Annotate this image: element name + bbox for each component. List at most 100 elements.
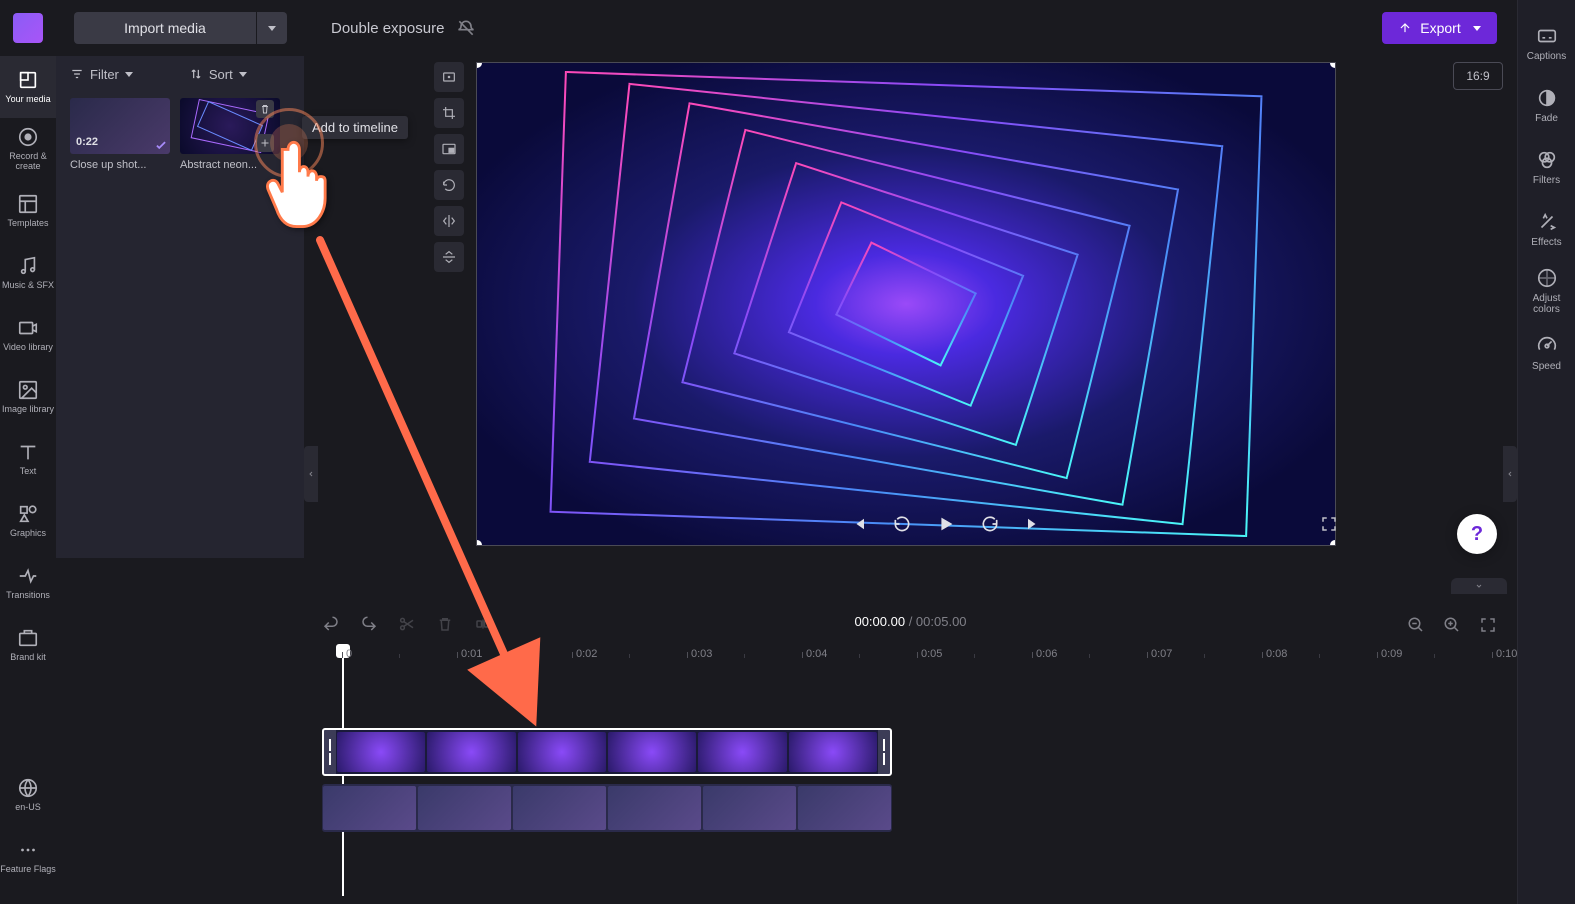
sidebar-item-language[interactable]: en-US: [0, 764, 56, 826]
media-label: Abstract neon...: [180, 159, 280, 171]
redo-icon: [360, 615, 378, 633]
filter-button[interactable]: Filter: [70, 67, 133, 82]
chevron-down-icon: [125, 72, 133, 77]
cut-button[interactable]: [396, 613, 418, 635]
skip-forward-icon: [1025, 515, 1043, 533]
globe-icon: [17, 777, 39, 799]
sidebar-item-your-media[interactable]: Your media: [0, 56, 56, 118]
pip-button[interactable]: [434, 134, 464, 164]
sidebar-item-feature-flags[interactable]: Feature Flags: [0, 826, 56, 888]
right-item-speed[interactable]: Speed: [1518, 322, 1575, 384]
sidebar-item-label: Your media: [5, 95, 50, 105]
split-button[interactable]: [472, 613, 494, 635]
next-frame-button[interactable]: [1020, 510, 1048, 538]
sidebar-item-graphics[interactable]: Graphics: [0, 490, 56, 552]
project-title[interactable]: Double exposure: [331, 20, 444, 37]
zoom-out-icon: [1407, 616, 1425, 634]
sync-disabled-icon[interactable]: [456, 18, 476, 38]
play-button[interactable]: [932, 510, 960, 538]
split-icon: [474, 615, 492, 633]
import-media-button[interactable]: Import media: [74, 12, 256, 44]
sidebar-item-label: Templates: [7, 219, 48, 229]
zoom-in-button[interactable]: [1441, 614, 1463, 636]
right-item-adjust-colors[interactable]: Adjust colors: [1518, 260, 1575, 322]
sidebar-item-templates[interactable]: Templates: [0, 180, 56, 242]
ruler-tick: 0:07: [1151, 648, 1172, 660]
ruler-tick: 0:10: [1496, 648, 1517, 660]
preview-canvas[interactable]: [476, 62, 1336, 546]
sidebar-item-label: Text: [20, 467, 37, 477]
prev-frame-button[interactable]: [844, 510, 872, 538]
undo-icon: [322, 615, 340, 633]
sidebar-item-brand-kit[interactable]: Brand kit: [0, 614, 56, 676]
expand-right-panel-button[interactable]: [1503, 446, 1517, 502]
back-10-button[interactable]: [888, 510, 916, 538]
redo-button[interactable]: [358, 613, 380, 635]
clip-trim-handle-right[interactable]: [878, 730, 890, 774]
timeline-area: 00:00.00 / 00:05.00 00:010:020:030:040:0…: [304, 604, 1517, 904]
timeline-tracks[interactable]: [304, 670, 1517, 858]
import-media-dropdown[interactable]: [257, 12, 287, 44]
filters-icon: [1536, 149, 1558, 171]
rotate-button[interactable]: [434, 170, 464, 200]
sidebar-item-music-sfx[interactable]: Music & SFX: [0, 242, 56, 304]
fullscreen-button[interactable]: [1315, 510, 1343, 538]
chevron-left-icon: [307, 468, 315, 480]
timeline-ruler[interactable]: 00:010:020:030:040:050:060:070:080:090:1…: [322, 644, 1517, 670]
delete-clip-button[interactable]: [434, 613, 456, 635]
rotate-icon: [441, 177, 457, 193]
ruler-tick: 0:01: [461, 648, 482, 660]
undo-button[interactable]: [320, 613, 342, 635]
graphics-icon: [17, 503, 39, 525]
chevron-left-icon: [1506, 468, 1514, 480]
zoom-fit-button[interactable]: [1477, 614, 1499, 636]
video-library-icon: [17, 317, 39, 339]
chevron-down-icon: [1474, 582, 1484, 590]
collapse-panel-button[interactable]: [304, 446, 318, 502]
sidebar-item-record-create[interactable]: Record & create: [0, 118, 56, 180]
right-item-captions[interactable]: Captions: [1518, 12, 1575, 74]
forward-10-button[interactable]: [976, 510, 1004, 538]
right-item-effects[interactable]: Effects: [1518, 198, 1575, 260]
ruler-tick: 0:02: [576, 648, 597, 660]
right-item-label: Filters: [1533, 175, 1560, 186]
sidebar-item-image-library[interactable]: Image library: [0, 366, 56, 428]
sidebar-item-video-library[interactable]: Video library: [0, 304, 56, 366]
delete-media-button[interactable]: [256, 100, 274, 118]
track-row[interactable]: [322, 728, 1499, 778]
right-item-fade[interactable]: Fade: [1518, 74, 1575, 136]
skip-back-icon: [849, 515, 867, 533]
aspect-ratio-badge[interactable]: 16:9: [1453, 62, 1503, 90]
pip-icon: [441, 141, 457, 157]
right-item-filters[interactable]: Filters: [1518, 136, 1575, 198]
add-to-timeline-button[interactable]: [256, 134, 274, 152]
export-button[interactable]: Export: [1382, 12, 1497, 44]
added-check-icon: [154, 138, 168, 152]
crop-button[interactable]: [434, 98, 464, 128]
flip-vertical-button[interactable]: [434, 242, 464, 272]
track-row[interactable]: [322, 784, 1499, 834]
media-thumbnail[interactable]: [180, 98, 280, 154]
media-item[interactable]: Abstract neon...: [180, 98, 280, 171]
timeline-clip-selected[interactable]: [322, 728, 892, 776]
scissors-icon: [398, 615, 416, 633]
fit-button[interactable]: [434, 62, 464, 92]
help-button[interactable]: ?: [1457, 514, 1497, 554]
sort-label: Sort: [209, 67, 233, 82]
sidebar-item-transitions[interactable]: Transitions: [0, 552, 56, 614]
app-logo[interactable]: [0, 0, 56, 56]
zoom-out-button[interactable]: [1405, 614, 1427, 636]
ruler-tick: 0:08: [1266, 648, 1287, 660]
right-item-label: Effects: [1531, 237, 1561, 248]
media-thumbnail[interactable]: 0:22: [70, 98, 170, 154]
sort-button[interactable]: Sort: [189, 67, 247, 82]
sidebar-item-text[interactable]: Text: [0, 428, 56, 490]
media-item[interactable]: 0:22 Close up shot...: [70, 98, 170, 171]
sidebar-item-label: Brand kit: [10, 653, 46, 663]
collapse-bottom-button[interactable]: [1451, 578, 1507, 594]
flip-horizontal-button[interactable]: [434, 206, 464, 236]
timeline-clip[interactable]: [322, 784, 892, 832]
resize-handle-se[interactable]: [1330, 540, 1336, 546]
sort-icon: [189, 67, 203, 81]
clip-trim-handle-left[interactable]: [324, 730, 336, 774]
